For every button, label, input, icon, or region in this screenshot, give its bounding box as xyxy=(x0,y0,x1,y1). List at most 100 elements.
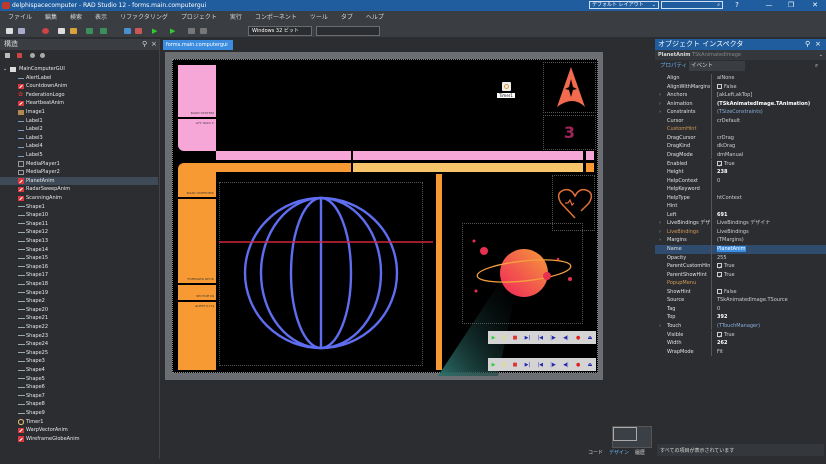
property-value-cell[interactable] xyxy=(711,185,717,194)
tab-form-file[interactable]: forms.main.computergui × xyxy=(163,40,233,58)
property-row[interactable]: Enabled ✓ True xyxy=(655,159,826,169)
tree-item[interactable]: Shape6 xyxy=(0,383,158,392)
tree-item[interactable]: Shape2 xyxy=(0,297,158,306)
menu-item[interactable]: 編集 xyxy=(45,11,57,24)
property-row[interactable]: › Animation (TSkAnimatedImage.TAnimation) xyxy=(655,99,826,109)
checkbox-icon[interactable]: ✓ xyxy=(717,160,722,169)
property-row[interactable]: DragMode dmManual xyxy=(655,150,826,160)
minimize-button[interactable]: — xyxy=(762,0,776,11)
tree-item[interactable]: Shape10 xyxy=(0,211,158,220)
record-icon[interactable]: ● xyxy=(576,335,580,341)
lcars-block-pink[interactable]: 47T 302D C xyxy=(178,119,216,151)
property-value-cell[interactable]: [akLeft,akTop] xyxy=(711,91,752,100)
new-file-icon[interactable] xyxy=(58,28,65,34)
structure-tool-icon[interactable] xyxy=(5,53,10,58)
eject-icon[interactable]: ⏏ xyxy=(588,362,593,368)
maximize-button[interactable]: ❐ xyxy=(784,0,798,11)
checkbox-icon[interactable] xyxy=(717,83,722,89)
add-icon[interactable] xyxy=(124,28,131,34)
open-icon[interactable] xyxy=(18,28,25,34)
tree-item[interactable]: Shape3 xyxy=(0,357,158,366)
close-icon[interactable]: × xyxy=(151,39,157,50)
stop-icon[interactable]: ■ xyxy=(513,362,518,368)
tree-item[interactable]: Image1 xyxy=(0,108,158,117)
tab-code[interactable]: コード xyxy=(588,449,603,456)
tab-properties[interactable]: プロパティ xyxy=(660,61,687,71)
menu-item[interactable]: 実行 xyxy=(230,11,242,24)
menu-item[interactable]: ツール xyxy=(310,11,328,24)
tree-item[interactable]: Shape14 xyxy=(0,246,158,255)
tree-item[interactable]: Shape1 xyxy=(0,203,158,212)
pin-icon[interactable]: ⚲ xyxy=(805,39,810,50)
help-button[interactable]: ? xyxy=(730,0,744,11)
property-value-cell[interactable]: ✓ True xyxy=(711,330,735,340)
tree-item[interactable]: RadarSweepAnim xyxy=(0,185,158,194)
tree-item[interactable]: Shape13 xyxy=(0,237,158,246)
property-value-cell[interactable]: alNone xyxy=(711,74,735,83)
property-value-cell[interactable]: False xyxy=(711,287,737,297)
tab-design[interactable]: デザイン xyxy=(609,449,629,456)
tab-events[interactable]: イベント xyxy=(689,61,745,71)
property-value-cell[interactable]: (TMargins) xyxy=(711,236,744,245)
property-value-cell[interactable]: False xyxy=(711,82,737,92)
tree-item[interactable]: WireframeGlobeAnim xyxy=(0,435,158,444)
expand-icon[interactable]: › xyxy=(659,219,661,228)
tree-item[interactable]: Shape5 xyxy=(0,375,158,384)
tree-item[interactable]: Shape15 xyxy=(0,254,158,263)
tree-root[interactable]: ⌄ MainComputerGUI xyxy=(0,65,158,74)
property-row[interactable]: › Constraints (TSizeConstraints) xyxy=(655,108,826,117)
lcars-bar-pink[interactable] xyxy=(586,151,594,160)
lcars-bar-orange[interactable] xyxy=(586,163,594,172)
tree-item[interactable]: Shape4 xyxy=(0,366,158,375)
property-value-cell[interactable]: 0 xyxy=(711,304,720,314)
ide-search-input[interactable]: ⌕ xyxy=(661,1,723,9)
property-row[interactable]: CustomHint xyxy=(655,125,826,134)
tree-item[interactable]: MediaPlayer1 xyxy=(0,160,158,169)
main-computer-form[interactable]: MAIN SYSTEM 47T 302D C MAIN OVERVIEW FOR… xyxy=(172,59,598,376)
back-icon[interactable]: ◀| xyxy=(563,362,569,368)
tree-item[interactable]: Shape9 xyxy=(0,409,158,418)
expand-icon[interactable]: › xyxy=(659,108,661,117)
property-row[interactable]: › Anchors [akLeft,akTop] xyxy=(655,91,826,100)
property-value-cell[interactable]: ✓ True xyxy=(711,262,735,271)
property-row[interactable]: ParentCustomHint ✓ True xyxy=(655,262,826,271)
tree-item[interactable]: Shape25 xyxy=(0,349,158,358)
property-row[interactable]: Cursor crDefault xyxy=(655,116,826,126)
component-selector[interactable]: PlanetAnim TSkAnimatedImage ⌄ xyxy=(655,50,826,60)
property-value-cell[interactable]: (TSizeConstraints) xyxy=(711,108,763,117)
property-value-cell[interactable]: crDrag xyxy=(711,133,734,143)
tree-item[interactable]: Shape22 xyxy=(0,323,158,332)
property-row[interactable]: Top 392 xyxy=(655,313,826,322)
tree-item[interactable]: Shape17 xyxy=(0,271,158,280)
property-value-cell[interactable]: ✓ True xyxy=(711,270,735,280)
property-row[interactable]: ParentShowHint ✓ True xyxy=(655,270,826,280)
step-icon[interactable]: |▶ xyxy=(550,335,556,341)
play-icon[interactable]: ▶ xyxy=(492,362,496,368)
property-value-cell[interactable]: 262 xyxy=(711,339,727,348)
tree-item[interactable]: MediaPlayer2 xyxy=(0,168,158,177)
checkbox-icon[interactable]: ✓ xyxy=(717,331,722,340)
stop-icon[interactable] xyxy=(42,28,49,34)
structure-tool-icon[interactable] xyxy=(17,53,22,58)
media-player-2[interactable]: ▶ ‖ ■ ▶| |◀ |▶ ◀| ● ⏏ xyxy=(488,358,596,371)
property-value-cell[interactable] xyxy=(711,125,717,134)
property-value-cell[interactable]: 238 xyxy=(711,168,727,177)
tree-item[interactable]: Shape7 xyxy=(0,392,158,401)
tree-item[interactable]: Shape16 xyxy=(0,263,158,272)
property-row[interactable]: › LiveBindings LiveBindings xyxy=(655,227,826,237)
tree-item[interactable]: Shape11 xyxy=(0,220,158,229)
property-row[interactable]: AlignWithMargins False xyxy=(655,82,826,92)
next-icon[interactable]: ▶| xyxy=(525,335,531,341)
property-row[interactable]: Left 691 xyxy=(655,210,826,220)
tree-item[interactable]: CountdownAnim xyxy=(0,82,158,91)
tree-item[interactable]: ✿ FederationLogo xyxy=(0,91,158,100)
tree-item[interactable]: Label5 xyxy=(0,151,158,160)
expand-icon[interactable]: › xyxy=(659,228,661,237)
property-row[interactable]: ShowHint False xyxy=(655,287,826,297)
property-value-cell[interactable]: dmManual xyxy=(711,150,743,160)
lcars-block-orange[interactable]: SECTOR 09 xyxy=(178,285,216,300)
new-icon[interactable] xyxy=(6,28,13,34)
back-icon[interactable]: ◀| xyxy=(563,335,569,341)
property-value-cell[interactable]: 0 xyxy=(711,176,720,186)
menu-item[interactable]: 検索 xyxy=(70,11,82,24)
